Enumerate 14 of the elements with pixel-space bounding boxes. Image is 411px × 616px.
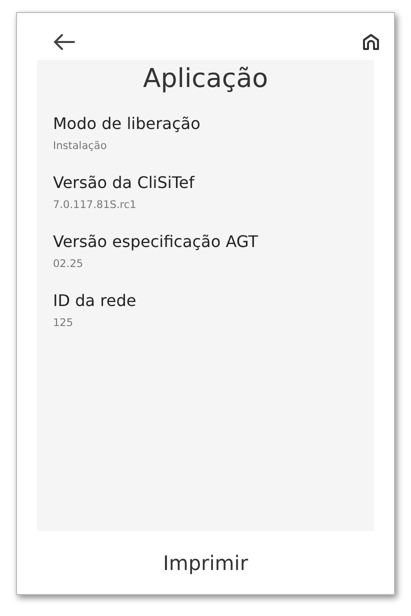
field-label: Modo de liberação — [53, 113, 202, 135]
back-button[interactable] — [53, 32, 75, 50]
back-arrow-icon — [53, 32, 75, 50]
field-value: Instalação — [53, 139, 108, 154]
home-icon — [362, 32, 380, 50]
field-value: 125 — [53, 316, 74, 331]
page-title: Aplicação — [142, 64, 270, 94]
field-value: 02.25 — [53, 257, 84, 272]
field-label: Versão especificação AGT — [53, 231, 259, 253]
home-button[interactable] — [362, 32, 380, 50]
field-label: ID da rede — [53, 290, 138, 312]
field-label: Versão da CliSiTef — [53, 172, 196, 194]
print-button[interactable]: Imprimir — [154, 546, 256, 578]
field-value: 7.0.117.81S.rc1 — [53, 198, 138, 213]
